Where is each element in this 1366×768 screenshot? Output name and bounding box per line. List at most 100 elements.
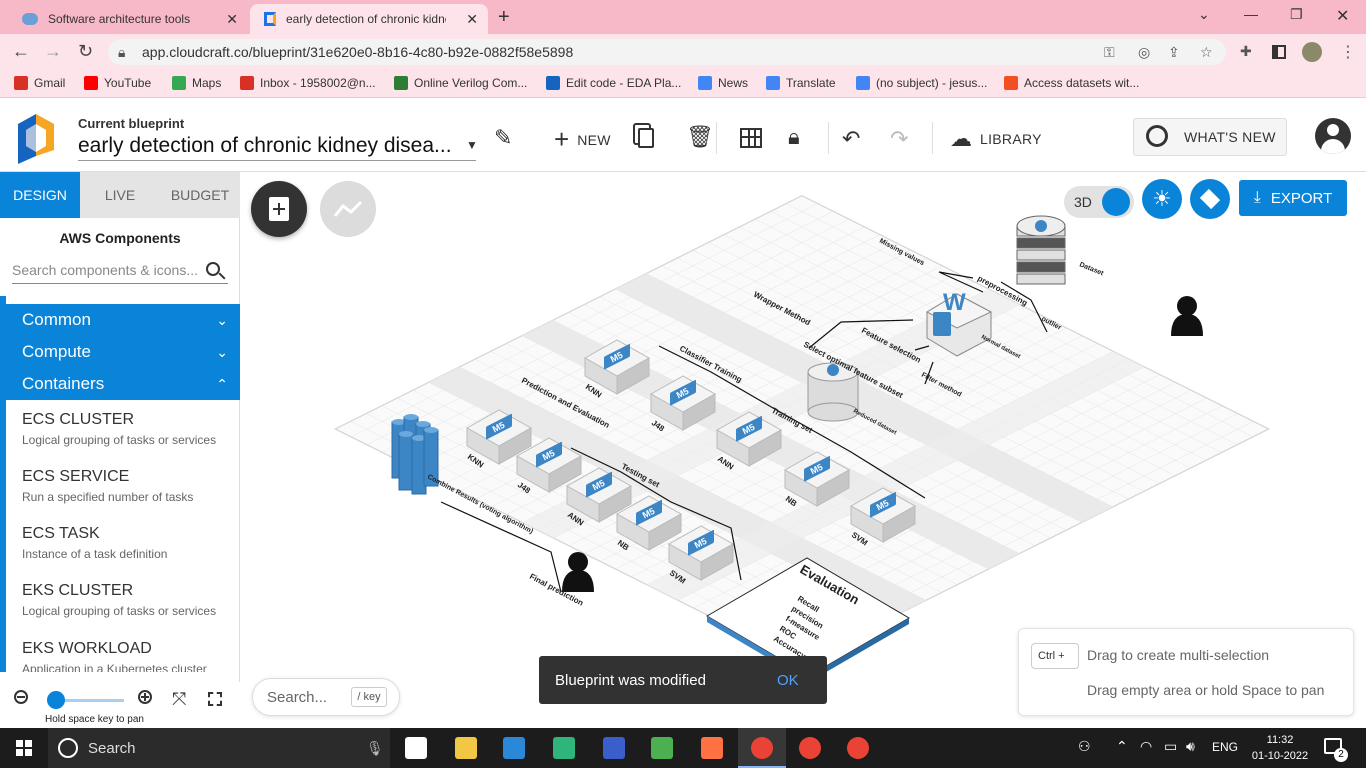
component-eks-workload[interactable]: EKS WORKLOAD Application in a Kubernetes… — [22, 640, 238, 672]
caret-down-icon[interactable]: ▼ — [466, 138, 478, 152]
component-search-input[interactable]: Search components & icons... — [12, 262, 228, 284]
lock-icon[interactable]: 🔒︎ — [118, 44, 125, 61]
profile-avatar[interactable] — [1302, 42, 1322, 62]
windows-start-icon[interactable] — [16, 740, 32, 756]
editor-icon[interactable] — [603, 737, 625, 759]
forward-icon[interactable]: → — [44, 41, 62, 62]
side-panel-icon[interactable] — [1272, 45, 1286, 59]
task-view-icon[interactable] — [405, 737, 427, 759]
store-icon[interactable] — [503, 737, 525, 759]
person-icon[interactable] — [562, 552, 594, 592]
battery-icon[interactable]: ▭ — [1164, 738, 1177, 755]
toggle-3d-label: 3D — [1074, 194, 1092, 210]
bookmark-item[interactable]: Online Verilog Com... — [394, 76, 527, 90]
copy-icon[interactable] — [638, 128, 654, 148]
theme-button[interactable]: ☀︎ — [1142, 179, 1182, 219]
restore-icon[interactable]: ❐ — [1290, 6, 1303, 23]
bookmark-item[interactable]: Inbox - 1958002@n... — [240, 76, 376, 90]
clock[interactable]: 11:32 01-10-2022 — [1248, 732, 1312, 764]
bookmark-item[interactable]: (no subject) - jesus... — [856, 76, 987, 90]
app-icon[interactable] — [701, 737, 723, 759]
chevron-down-icon: ⌄ — [216, 312, 228, 328]
file-explorer-icon[interactable] — [455, 737, 477, 759]
bookmark-item[interactable]: News — [698, 76, 748, 90]
spinner-app-icon[interactable] — [651, 737, 673, 759]
edge-icon[interactable] — [553, 737, 575, 759]
bookmark-item[interactable]: Access datasets wit... — [1004, 76, 1139, 90]
bookmark-item[interactable]: Gmail — [14, 76, 65, 90]
fullscreen-icon[interactable] — [208, 692, 222, 706]
component-ecs-task[interactable]: ECS TASK Instance of a task definition — [22, 525, 238, 561]
wifi-icon[interactable]: ◠ — [1140, 738, 1152, 755]
category-containers[interactable]: Containers ⌃ — [6, 368, 240, 400]
layers-button[interactable] — [1190, 179, 1230, 219]
lock-icon[interactable]: 🔒︎ — [788, 124, 800, 150]
snackbar-ok-button[interactable]: OK — [777, 672, 799, 689]
share-icon[interactable]: ⇪ — [1168, 44, 1180, 61]
category-compute[interactable]: Compute ⌄ — [6, 336, 240, 368]
add-page-button[interactable] — [251, 181, 307, 237]
reload-icon[interactable]: ↻ — [78, 41, 93, 62]
people-icon[interactable]: ⚇ — [1078, 738, 1091, 755]
chrome-icon[interactable] — [751, 737, 773, 759]
undo-icon[interactable]: ↶ — [842, 126, 860, 152]
bookmark-item[interactable]: Edit code - EDA Pla... — [546, 76, 681, 90]
person-icon[interactable] — [1171, 296, 1203, 336]
bookmark-item[interactable]: Translate — [766, 76, 836, 90]
account-icon[interactable] — [1315, 118, 1351, 154]
tab-budget[interactable]: BUDGET — [160, 172, 240, 218]
ctrl-key-badge: Ctrl + — [1031, 643, 1079, 669]
trash-icon[interactable]: 🗑︎ — [686, 124, 714, 150]
component-name: ECS TASK — [22, 525, 100, 542]
close-window-icon[interactable]: ✕ — [1336, 6, 1349, 26]
tab-design[interactable]: DESIGN — [0, 172, 80, 218]
close-icon[interactable]: ✕ — [226, 11, 238, 28]
chrome-icon[interactable] — [847, 737, 869, 759]
tab-search-chevron-icon[interactable]: ⌄ — [1198, 6, 1210, 23]
star-icon[interactable]: ☆ — [1200, 44, 1213, 61]
tab-software-architecture[interactable]: Software architecture tools ✕ — [8, 4, 248, 34]
key-icon[interactable]: ⚿ — [1104, 44, 1115, 61]
eye-off-icon[interactable]: ◎ — [1138, 44, 1150, 61]
cloudcraft-logo[interactable] — [16, 110, 56, 166]
back-icon[interactable]: ← — [12, 41, 30, 62]
component-ecs-service[interactable]: ECS SERVICE Run a specified number of ta… — [22, 468, 238, 504]
search-shortcut-hint: / key — [351, 687, 387, 707]
minimize-icon[interactable]: — — [1244, 6, 1258, 22]
new-tab-icon[interactable]: + — [498, 6, 510, 29]
toggle-3d[interactable]: 3D — [1064, 186, 1134, 218]
edit-pencil-icon[interactable]: ✎ — [494, 125, 512, 151]
canvas-search-input[interactable]: Search... / key — [252, 678, 400, 716]
blueprint-title[interactable]: early detection of chronic kidney disea.… — [78, 134, 470, 158]
close-icon[interactable]: ✕ — [466, 11, 478, 28]
grid-icon[interactable] — [740, 128, 762, 148]
language-indicator[interactable]: ENG — [1212, 740, 1238, 754]
bookmark-item[interactable]: Maps — [172, 76, 221, 90]
connector-tool-button[interactable] — [320, 181, 376, 237]
menu-dots-icon[interactable]: ⋮ — [1340, 42, 1356, 62]
chrome-icon[interactable] — [799, 737, 821, 759]
export-button[interactable]: ⤓ EXPORT — [1239, 180, 1347, 216]
category-common[interactable]: Common ⌄ — [6, 304, 240, 336]
library-button[interactable]: ☁︎ LIBRARY — [950, 126, 1042, 152]
download-icon: ⤓ — [1253, 189, 1261, 206]
cylinder-bottom — [807, 402, 859, 422]
taskbar-search[interactable]: Search 🎙︎ — [48, 728, 390, 768]
component-eks-cluster[interactable]: EKS CLUSTER Logical grouping of tasks or… — [22, 582, 238, 618]
component-ecs-cluster[interactable]: ECS CLUSTER Logical grouping of tasks or… — [22, 411, 238, 447]
bookmark-favicon-icon — [698, 76, 712, 90]
volume-icon[interactable]: 🔊︎ — [1186, 738, 1195, 755]
tab-live[interactable]: LIVE — [80, 172, 160, 218]
redo-icon[interactable]: ↷ — [890, 126, 908, 152]
whats-new-button[interactable]: WHAT'S NEW — [1133, 118, 1287, 156]
extensions-icon[interactable]: ✚ — [1240, 43, 1252, 60]
tab-kidney-blueprint[interactable]: early detection of chronic kidney ✕ — [250, 4, 488, 34]
microphone-icon[interactable]: 🎙︎ — [366, 740, 384, 757]
new-button[interactable]: + NEW — [554, 124, 611, 155]
zoom-slider-thumb[interactable] — [47, 691, 65, 709]
bookmark-item[interactable]: YouTube — [84, 76, 151, 90]
divider — [932, 122, 933, 154]
fit-screen-icon[interactable]: ⤧ — [172, 689, 186, 710]
tray-chevron-icon[interactable]: ⌃ — [1116, 738, 1128, 755]
plus-icon: + — [554, 124, 570, 154]
